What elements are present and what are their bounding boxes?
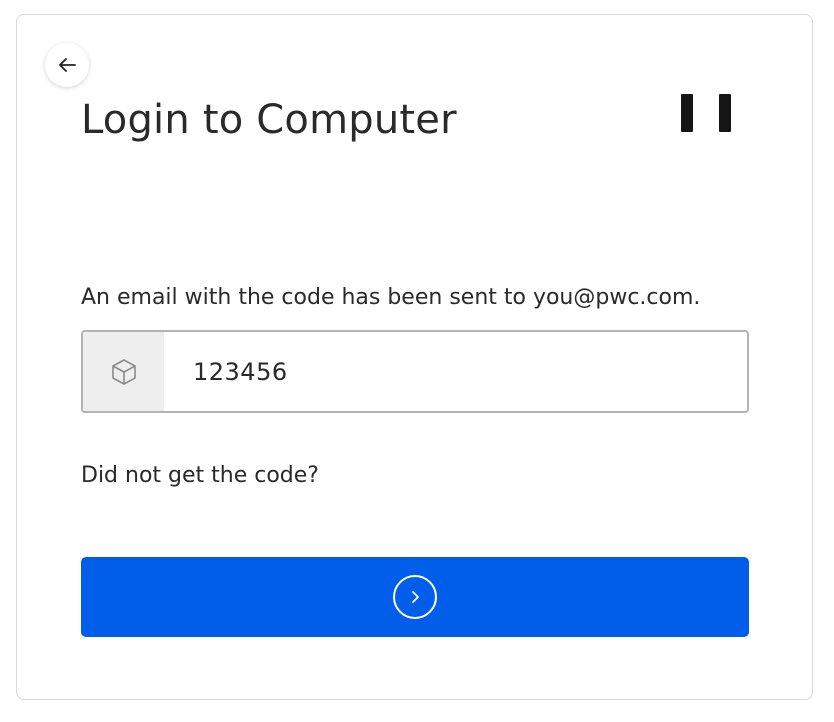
resend-code-link[interactable]: Did not get the code?	[81, 461, 319, 491]
verification-code-input[interactable]	[164, 332, 747, 411]
arrow-left-icon	[59, 58, 76, 72]
verification-code-field	[81, 330, 749, 413]
cube-icon	[111, 358, 136, 385]
page-title: Login to Computer	[81, 97, 457, 143]
submit-circle	[393, 575, 437, 619]
code-sent-message: An email with the code has been sent to …	[81, 285, 701, 310]
chevron-right-icon	[412, 591, 419, 603]
back-button[interactable]	[45, 43, 89, 87]
submit-button[interactable]	[81, 557, 749, 637]
code-field-addon	[83, 332, 164, 411]
brand-logo	[681, 94, 731, 132]
